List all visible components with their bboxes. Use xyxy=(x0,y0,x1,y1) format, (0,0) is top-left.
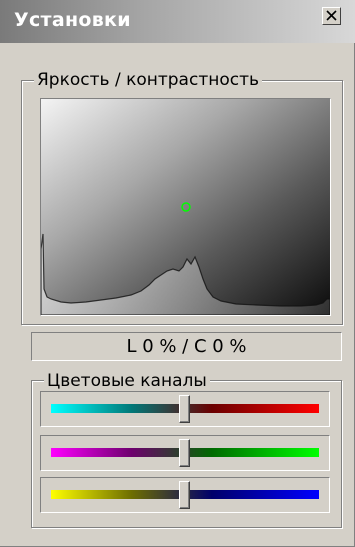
window-title: Установки xyxy=(14,9,131,31)
brightness-contrast-label: Яркость / контрастность xyxy=(34,70,263,90)
magenta-green-thumb[interactable] xyxy=(179,439,190,467)
brightness-contrast-readout: L 0 % / C 0 % xyxy=(31,332,342,361)
settings-panel: Установки Яркость / контрастность L 0 % … xyxy=(0,0,355,547)
color-channels-label: Цветовые каналы xyxy=(44,371,210,391)
magenta-green-slider[interactable] xyxy=(40,435,330,471)
title-bar[interactable]: Установки xyxy=(0,0,355,43)
cyan-red-thumb[interactable] xyxy=(179,395,190,423)
brightness-contrast-canvas xyxy=(41,99,330,315)
close-button[interactable] xyxy=(322,7,341,25)
brightness-contrast-field[interactable] xyxy=(40,98,331,316)
yellow-blue-slider[interactable] xyxy=(40,477,330,513)
yellow-blue-thumb[interactable] xyxy=(179,481,190,509)
close-x-icon xyxy=(326,10,337,21)
cyan-red-slider[interactable] xyxy=(40,391,330,427)
